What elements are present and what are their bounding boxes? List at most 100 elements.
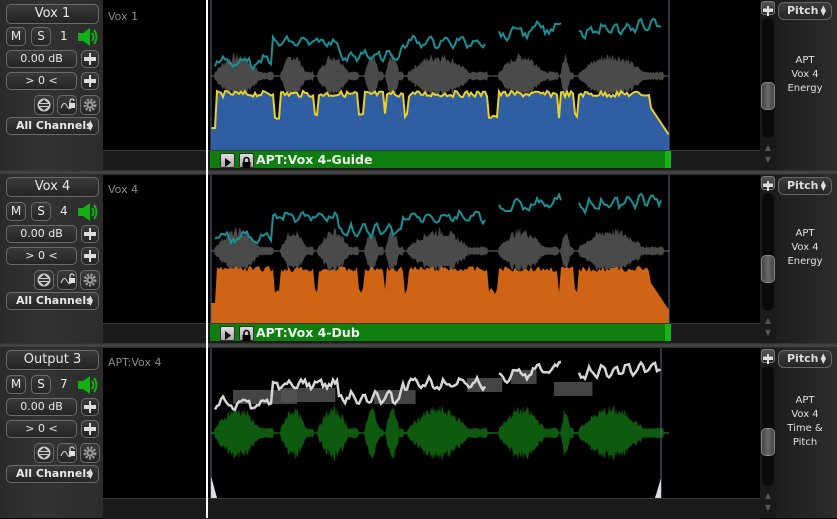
view-mode-select[interactable]: Pitch ▲ ▼ (778, 2, 832, 20)
waveform-area[interactable] (103, 175, 760, 323)
play-button[interactable] (220, 153, 235, 168)
plus-icon (84, 250, 96, 262)
fade-in-handle (211, 476, 217, 498)
scroll-up-arrow[interactable]: ▲ (763, 492, 773, 500)
plus-icon (763, 181, 773, 191)
scroll-thumb[interactable] (761, 82, 775, 110)
waveform-area[interactable] (103, 0, 760, 150)
desc-line: Energy (787, 256, 823, 267)
settings-button[interactable] (80, 95, 100, 115)
gear-icon (83, 446, 97, 460)
desc-line: Vox 4 (791, 242, 819, 253)
mute-button[interactable]: M (6, 27, 26, 46)
scroll-up-arrow[interactable]: ▲ (763, 144, 773, 152)
lock-button[interactable] (239, 153, 254, 168)
view-mode-label: Pitch (787, 179, 819, 192)
view-mode-select[interactable]: Pitch ▲ ▼ (778, 177, 832, 195)
speaker-icon[interactable] (76, 374, 100, 396)
lock-curve-button[interactable] (57, 443, 77, 463)
gain-field[interactable]: 0.00 dB (6, 50, 77, 68)
zoom-plus-button[interactable] (761, 176, 775, 191)
pan-field[interactable]: > 0 < (6, 72, 77, 90)
channels-select[interactable]: All Channels ▲ ▼ (6, 292, 99, 310)
track-name-button[interactable]: Output 3 (6, 350, 99, 370)
updown-icon: ▲ ▼ (87, 119, 93, 132)
lock-button[interactable] (239, 326, 254, 341)
clip-bar[interactable]: APT:Vox 4-Dub (210, 324, 671, 341)
scroll-thumb[interactable] (761, 255, 775, 283)
pan-plus-button[interactable] (81, 72, 99, 90)
track-name-button[interactable]: Vox 4 (6, 177, 99, 197)
playhead-cursor[interactable] (206, 0, 208, 518)
lock-icon (242, 156, 251, 168)
channels-select[interactable]: All Channels ▲ ▼ (6, 117, 99, 135)
vertical-scrollbar[interactable]: ▲ ▼ (760, 175, 776, 343)
view-mode-select[interactable]: Pitch ▲ ▼ (778, 350, 832, 368)
speaker-icon[interactable] (76, 26, 100, 48)
view-description: APT Vox 4 Energy (776, 227, 834, 269)
vertical-scrollbar[interactable]: ▲ ▼ (760, 348, 776, 518)
updown-icon: ▲ ▼ (820, 4, 826, 17)
lock-curve-button[interactable] (57, 95, 77, 115)
pan-field[interactable]: > 0 < (6, 420, 77, 438)
play-button[interactable] (220, 326, 235, 341)
pitch-curve (214, 191, 662, 246)
lock-icon (242, 329, 251, 341)
plus-icon (763, 354, 773, 364)
scroll-trough[interactable] (762, 366, 774, 486)
zoom-plus-button[interactable] (761, 349, 775, 364)
updown-icon: ▲ ▼ (87, 467, 93, 480)
gain-plus-button[interactable] (81, 50, 99, 68)
mute-button[interactable]: M (6, 375, 26, 394)
solo-button[interactable]: S (31, 27, 51, 46)
track-label: APT:Vox 4 (108, 356, 162, 369)
pan-field[interactable]: > 0 < (6, 247, 77, 265)
waveform-area[interactable] (103, 348, 760, 498)
energy-fill (211, 266, 669, 323)
track-number: 1 (60, 29, 68, 43)
gear-icon (83, 273, 97, 287)
height-toggle-button[interactable] (34, 270, 54, 290)
lock-curve-button[interactable] (57, 270, 77, 290)
track-header: Vox 4 M S 4 0.00 dB > 0 < All Channels ▲ ▼ (0, 175, 104, 343)
scroll-down-arrow[interactable]: ▼ (763, 329, 773, 337)
gain-plus-button[interactable] (81, 398, 99, 416)
height-toggle-button[interactable] (34, 443, 54, 463)
height-toggle-button[interactable] (34, 95, 54, 115)
clip-edge-handle[interactable] (665, 151, 671, 168)
clip-bar[interactable]: APT:Vox 4-Guide (210, 151, 671, 168)
track-name-button[interactable]: Vox 1 (6, 4, 99, 24)
desc-line: Energy (787, 83, 823, 94)
scroll-up-arrow[interactable]: ▲ (763, 317, 773, 325)
plus-icon (84, 53, 96, 65)
pan-plus-button[interactable] (81, 420, 99, 438)
scroll-thumb[interactable] (761, 428, 775, 456)
settings-button[interactable] (80, 443, 100, 463)
settings-button[interactable] (80, 270, 100, 290)
scroll-down-arrow[interactable]: ▼ (763, 156, 773, 164)
pitch-block (554, 382, 593, 396)
speaker-icon[interactable] (76, 201, 100, 223)
view-panel: Pitch ▲ ▼ APT Vox 4 Energy (776, 175, 837, 343)
mute-button[interactable]: M (6, 202, 26, 221)
gain-plus-button[interactable] (81, 225, 99, 243)
pan-plus-button[interactable] (81, 247, 99, 265)
channels-label: All Channels (16, 294, 93, 307)
clip-edge-handle[interactable] (665, 324, 671, 341)
gain-field[interactable]: 0.00 dB (6, 398, 77, 416)
track-label: Vox 1 (108, 10, 139, 23)
gain-field[interactable]: 0.00 dB (6, 225, 77, 243)
scroll-down-arrow[interactable]: ▼ (763, 504, 773, 512)
scroll-trough[interactable] (762, 193, 774, 311)
plus-icon (84, 401, 96, 413)
waveform-canvas (210, 175, 670, 323)
zoom-plus-button[interactable] (761, 1, 775, 16)
scroll-trough[interactable] (762, 18, 774, 138)
updown-icon: ▲ ▼ (820, 352, 826, 365)
solo-button[interactable]: S (31, 375, 51, 394)
channels-select[interactable]: All Channels ▲ ▼ (6, 465, 99, 483)
desc-line: Pitch (792, 437, 818, 448)
solo-button[interactable]: S (31, 202, 51, 221)
vertical-scrollbar[interactable]: ▲ ▼ (760, 0, 776, 170)
clip-label: APT:Vox 4-Guide (256, 152, 373, 167)
